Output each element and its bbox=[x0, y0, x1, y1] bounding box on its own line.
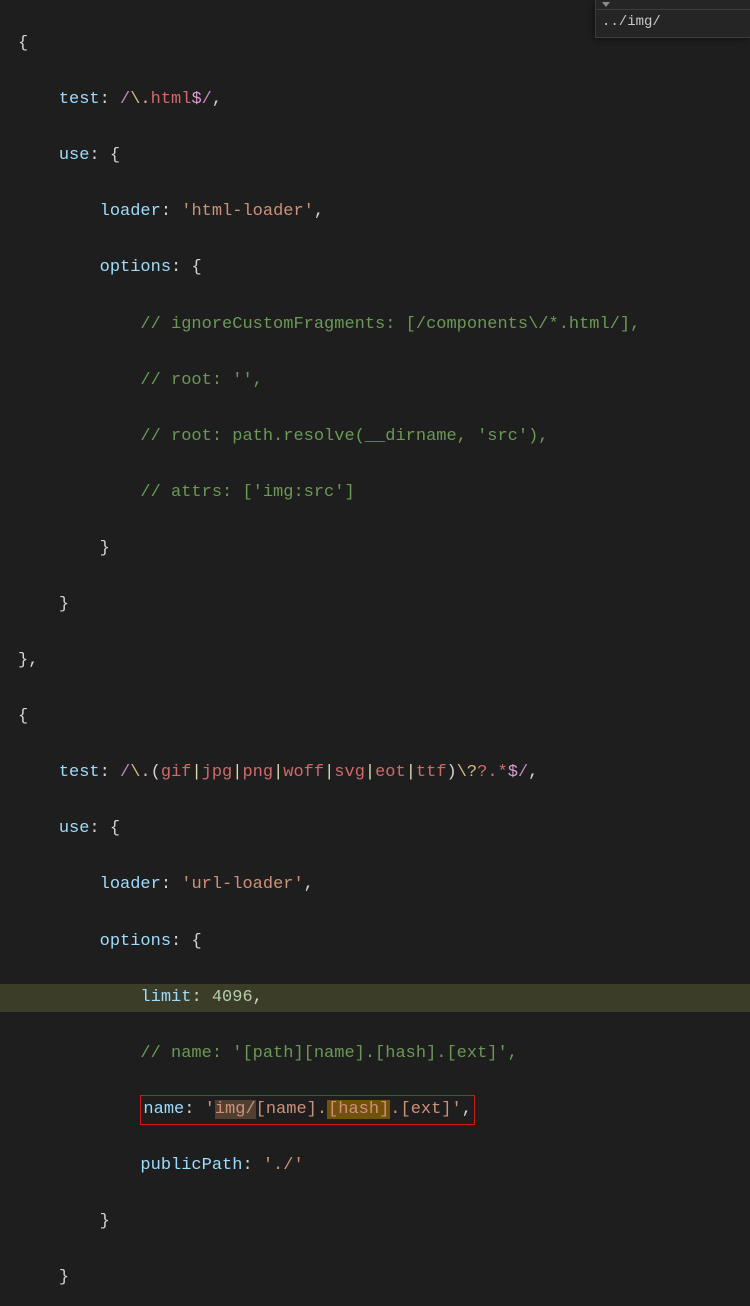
code-line: use: { bbox=[0, 142, 750, 170]
code-line: use: { bbox=[0, 815, 750, 843]
code-line: test: /\.(gif|jpg|png|woff|svg|eot|ttf)\… bbox=[0, 759, 750, 787]
code-line: }, bbox=[0, 647, 750, 675]
code-line: test: /\.html$/, bbox=[0, 86, 750, 114]
code-editor[interactable]: { test: /\.html$/, use: { loader: 'html-… bbox=[0, 0, 750, 1306]
code-line: // attrs: ['img:src'] bbox=[0, 479, 750, 507]
code-line: } bbox=[0, 1264, 750, 1292]
code-line: options: { bbox=[0, 254, 750, 282]
code-line: publicPath: './' bbox=[0, 1152, 750, 1180]
code-line: options: { bbox=[0, 928, 750, 956]
code-line-highlighted: limit: 4096, bbox=[0, 984, 750, 1012]
code-line: } bbox=[0, 535, 750, 563]
panel-header bbox=[596, 0, 750, 10]
code-line: { bbox=[0, 703, 750, 731]
hash-highlight: [hash] bbox=[327, 1100, 390, 1119]
code-line: name: 'img/[name].[hash].[ext]', bbox=[0, 1096, 750, 1124]
chevron-down-icon bbox=[602, 2, 610, 7]
code-line: // root: path.resolve(__dirname, 'src'), bbox=[0, 423, 750, 451]
code-line: { bbox=[0, 30, 750, 58]
code-line: } bbox=[0, 1208, 750, 1236]
highlight-box: name: 'img/[name].[hash].[ext]', bbox=[140, 1095, 475, 1125]
code-line: } bbox=[0, 591, 750, 619]
code-line: // ignoreCustomFragments: [/components\/… bbox=[0, 311, 750, 339]
code-line: loader: 'html-loader', bbox=[0, 198, 750, 226]
code-line: // root: '', bbox=[0, 367, 750, 395]
code-line: // name: '[path][name].[hash].[ext]', bbox=[0, 1040, 750, 1068]
code-line: loader: 'url-loader', bbox=[0, 871, 750, 899]
